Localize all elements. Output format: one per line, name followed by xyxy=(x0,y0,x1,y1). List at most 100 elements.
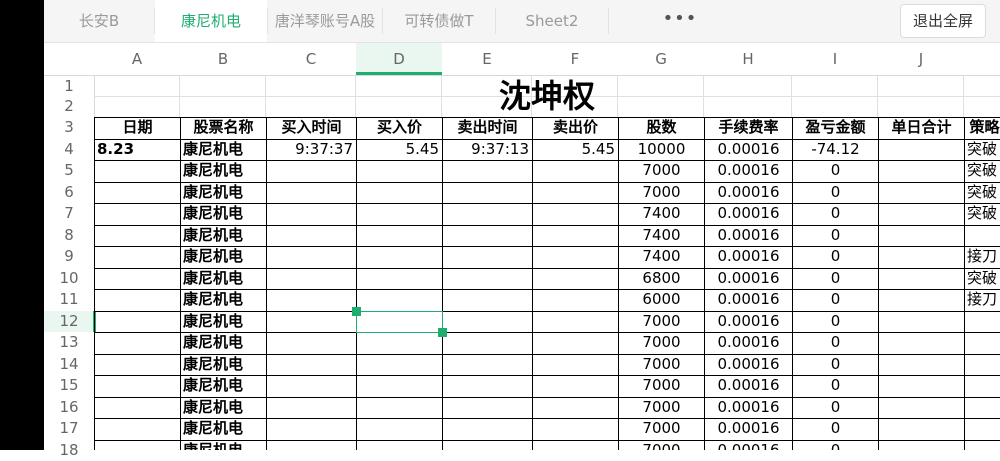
table-cell[interactable]: 康尼机电 xyxy=(181,225,266,247)
table-cell[interactable]: 7000 xyxy=(619,311,704,333)
table-cell[interactable]: 0 xyxy=(793,160,878,182)
table-cell[interactable]: 0 xyxy=(793,289,878,311)
selection-handle-top-left[interactable] xyxy=(352,307,361,316)
table-cell[interactable]: 5.45 xyxy=(357,139,442,161)
row-header-8[interactable]: 8 xyxy=(44,225,94,247)
table-cell[interactable]: 突破 xyxy=(965,268,1000,290)
table-cell[interactable]: 0 xyxy=(793,440,878,451)
table-cell[interactable]: 0 xyxy=(793,354,878,376)
table-cell[interactable]: 接刀 xyxy=(965,246,1000,268)
table-cell[interactable]: 突破 xyxy=(965,182,1000,204)
table-cell[interactable]: 8.23 xyxy=(95,139,180,161)
table-cell[interactable]: 康尼机电 xyxy=(181,332,266,354)
row-header-10[interactable]: 10 xyxy=(44,268,94,290)
column-header-i[interactable]: I xyxy=(792,43,878,75)
sheet-tab-sheet2[interactable]: Sheet2 xyxy=(496,0,608,42)
table-cell[interactable]: 5.45 xyxy=(533,139,618,161)
table-cell[interactable]: 0 xyxy=(793,332,878,354)
sheet-tab-tangyangqin[interactable]: 唐洋琴账号A股 xyxy=(268,0,382,42)
table-cell[interactable]: 0 xyxy=(793,268,878,290)
table-cell[interactable]: 康尼机电 xyxy=(181,375,266,397)
sheet-tab-convertible[interactable]: 可转债做T xyxy=(383,0,495,42)
table-cell[interactable]: 0.00016 xyxy=(705,139,792,161)
table-cell[interactable]: 0 xyxy=(793,397,878,419)
header-cell[interactable]: 股数 xyxy=(619,117,704,139)
table-cell[interactable]: 康尼机电 xyxy=(181,418,266,440)
table-cell[interactable]: 7000 xyxy=(619,440,704,451)
table-cell[interactable]: 康尼机电 xyxy=(181,397,266,419)
table-cell[interactable]: 0.00016 xyxy=(705,397,792,419)
table-cell[interactable]: 0.00016 xyxy=(705,332,792,354)
table-cell[interactable]: 0.00016 xyxy=(705,289,792,311)
table-cell[interactable]: 0 xyxy=(793,203,878,225)
table-cell[interactable]: 0.00016 xyxy=(705,354,792,376)
table-cell[interactable]: 0.00016 xyxy=(705,246,792,268)
table-cell[interactable]: 0 xyxy=(793,246,878,268)
sheet-tab-kangni[interactable]: 康尼机电 xyxy=(155,0,267,42)
row-header-12[interactable]: 12 xyxy=(44,311,94,333)
table-cell[interactable]: 0.00016 xyxy=(705,311,792,333)
table-cell[interactable]: 7000 xyxy=(619,354,704,376)
header-cell[interactable]: 卖出价 xyxy=(533,117,618,139)
table-cell[interactable]: 7000 xyxy=(619,182,704,204)
table-cell[interactable]: 康尼机电 xyxy=(181,246,266,268)
table-cell[interactable]: 7000 xyxy=(619,160,704,182)
table-cell[interactable]: 康尼机电 xyxy=(181,268,266,290)
table-cell[interactable]: 7400 xyxy=(619,246,704,268)
column-header-g[interactable]: G xyxy=(618,43,704,75)
row-header-2[interactable]: 2 xyxy=(44,96,94,117)
table-cell[interactable]: 突破 xyxy=(965,160,1000,182)
table-cell[interactable]: 突破 xyxy=(965,203,1000,225)
table-cell[interactable]: 接刀 xyxy=(965,289,1000,311)
row-header-3[interactable]: 3 xyxy=(44,117,94,139)
row-header-5[interactable]: 5 xyxy=(44,160,94,182)
row-header-4[interactable]: 4 xyxy=(44,139,94,161)
column-header-a[interactable]: A xyxy=(94,43,180,75)
row-header-11[interactable]: 11 xyxy=(44,289,94,311)
table-cell[interactable]: 7000 xyxy=(619,418,704,440)
column-header-h[interactable]: H xyxy=(704,43,792,75)
table-cell[interactable]: 0.00016 xyxy=(705,440,792,451)
header-cell[interactable]: 单日合计 xyxy=(879,117,964,139)
table-cell[interactable]: 康尼机电 xyxy=(181,440,266,451)
table-cell[interactable]: 0 xyxy=(793,225,878,247)
table-cell[interactable]: 9:37:13 xyxy=(443,139,532,161)
table-cell[interactable]: 7400 xyxy=(619,225,704,247)
table-cell[interactable]: 康尼机电 xyxy=(181,203,266,225)
column-header-b[interactable]: B xyxy=(180,43,266,75)
row-header-9[interactable]: 9 xyxy=(44,246,94,268)
table-cell[interactable]: 康尼机电 xyxy=(181,139,266,161)
table-cell[interactable]: 康尼机电 xyxy=(181,289,266,311)
column-header-f[interactable]: F xyxy=(532,43,618,75)
header-cell[interactable]: 手续费率 xyxy=(705,117,792,139)
column-header-c[interactable]: C xyxy=(266,43,356,75)
sheet-tab-changan-b[interactable]: 长安B xyxy=(44,0,154,42)
header-cell[interactable]: 策略 xyxy=(965,117,1000,139)
table-cell[interactable]: 0.00016 xyxy=(705,182,792,204)
table-cell[interactable]: 7000 xyxy=(619,375,704,397)
row-header-17[interactable]: 17 xyxy=(44,418,94,440)
table-cell[interactable]: 0.00016 xyxy=(705,160,792,182)
spreadsheet-grid[interactable]: 沈坤权 日期股票名称买入时间买入价卖出时间卖出价股数手续费率盈亏金额单日合计策略… xyxy=(94,76,1000,450)
header-cell[interactable]: 买入时间 xyxy=(267,117,356,139)
table-cell[interactable]: 康尼机电 xyxy=(181,182,266,204)
table-cell[interactable]: -74.12 xyxy=(793,139,878,161)
table-cell[interactable]: 0 xyxy=(793,311,878,333)
column-header-e[interactable]: E xyxy=(442,43,532,75)
column-header-j[interactable]: J xyxy=(878,43,964,75)
table-cell[interactable]: 6800 xyxy=(619,268,704,290)
row-header-14[interactable]: 14 xyxy=(44,354,94,376)
table-cell[interactable]: 9:37:37 xyxy=(267,139,356,161)
column-header-d[interactable]: D xyxy=(356,43,442,75)
table-cell[interactable]: 0.00016 xyxy=(705,268,792,290)
active-cell-selection[interactable] xyxy=(356,311,443,334)
selection-handle-bottom-right[interactable] xyxy=(438,328,447,337)
table-cell[interactable]: 10000 xyxy=(619,139,704,161)
table-cell[interactable]: 6000 xyxy=(619,289,704,311)
table-cell[interactable]: 7000 xyxy=(619,397,704,419)
table-cell[interactable]: 0.00016 xyxy=(705,225,792,247)
row-header-6[interactable]: 6 xyxy=(44,182,94,204)
row-header-18[interactable]: 18 xyxy=(44,440,94,461)
header-cell[interactable]: 日期 xyxy=(95,117,180,139)
table-cell[interactable]: 0.00016 xyxy=(705,418,792,440)
